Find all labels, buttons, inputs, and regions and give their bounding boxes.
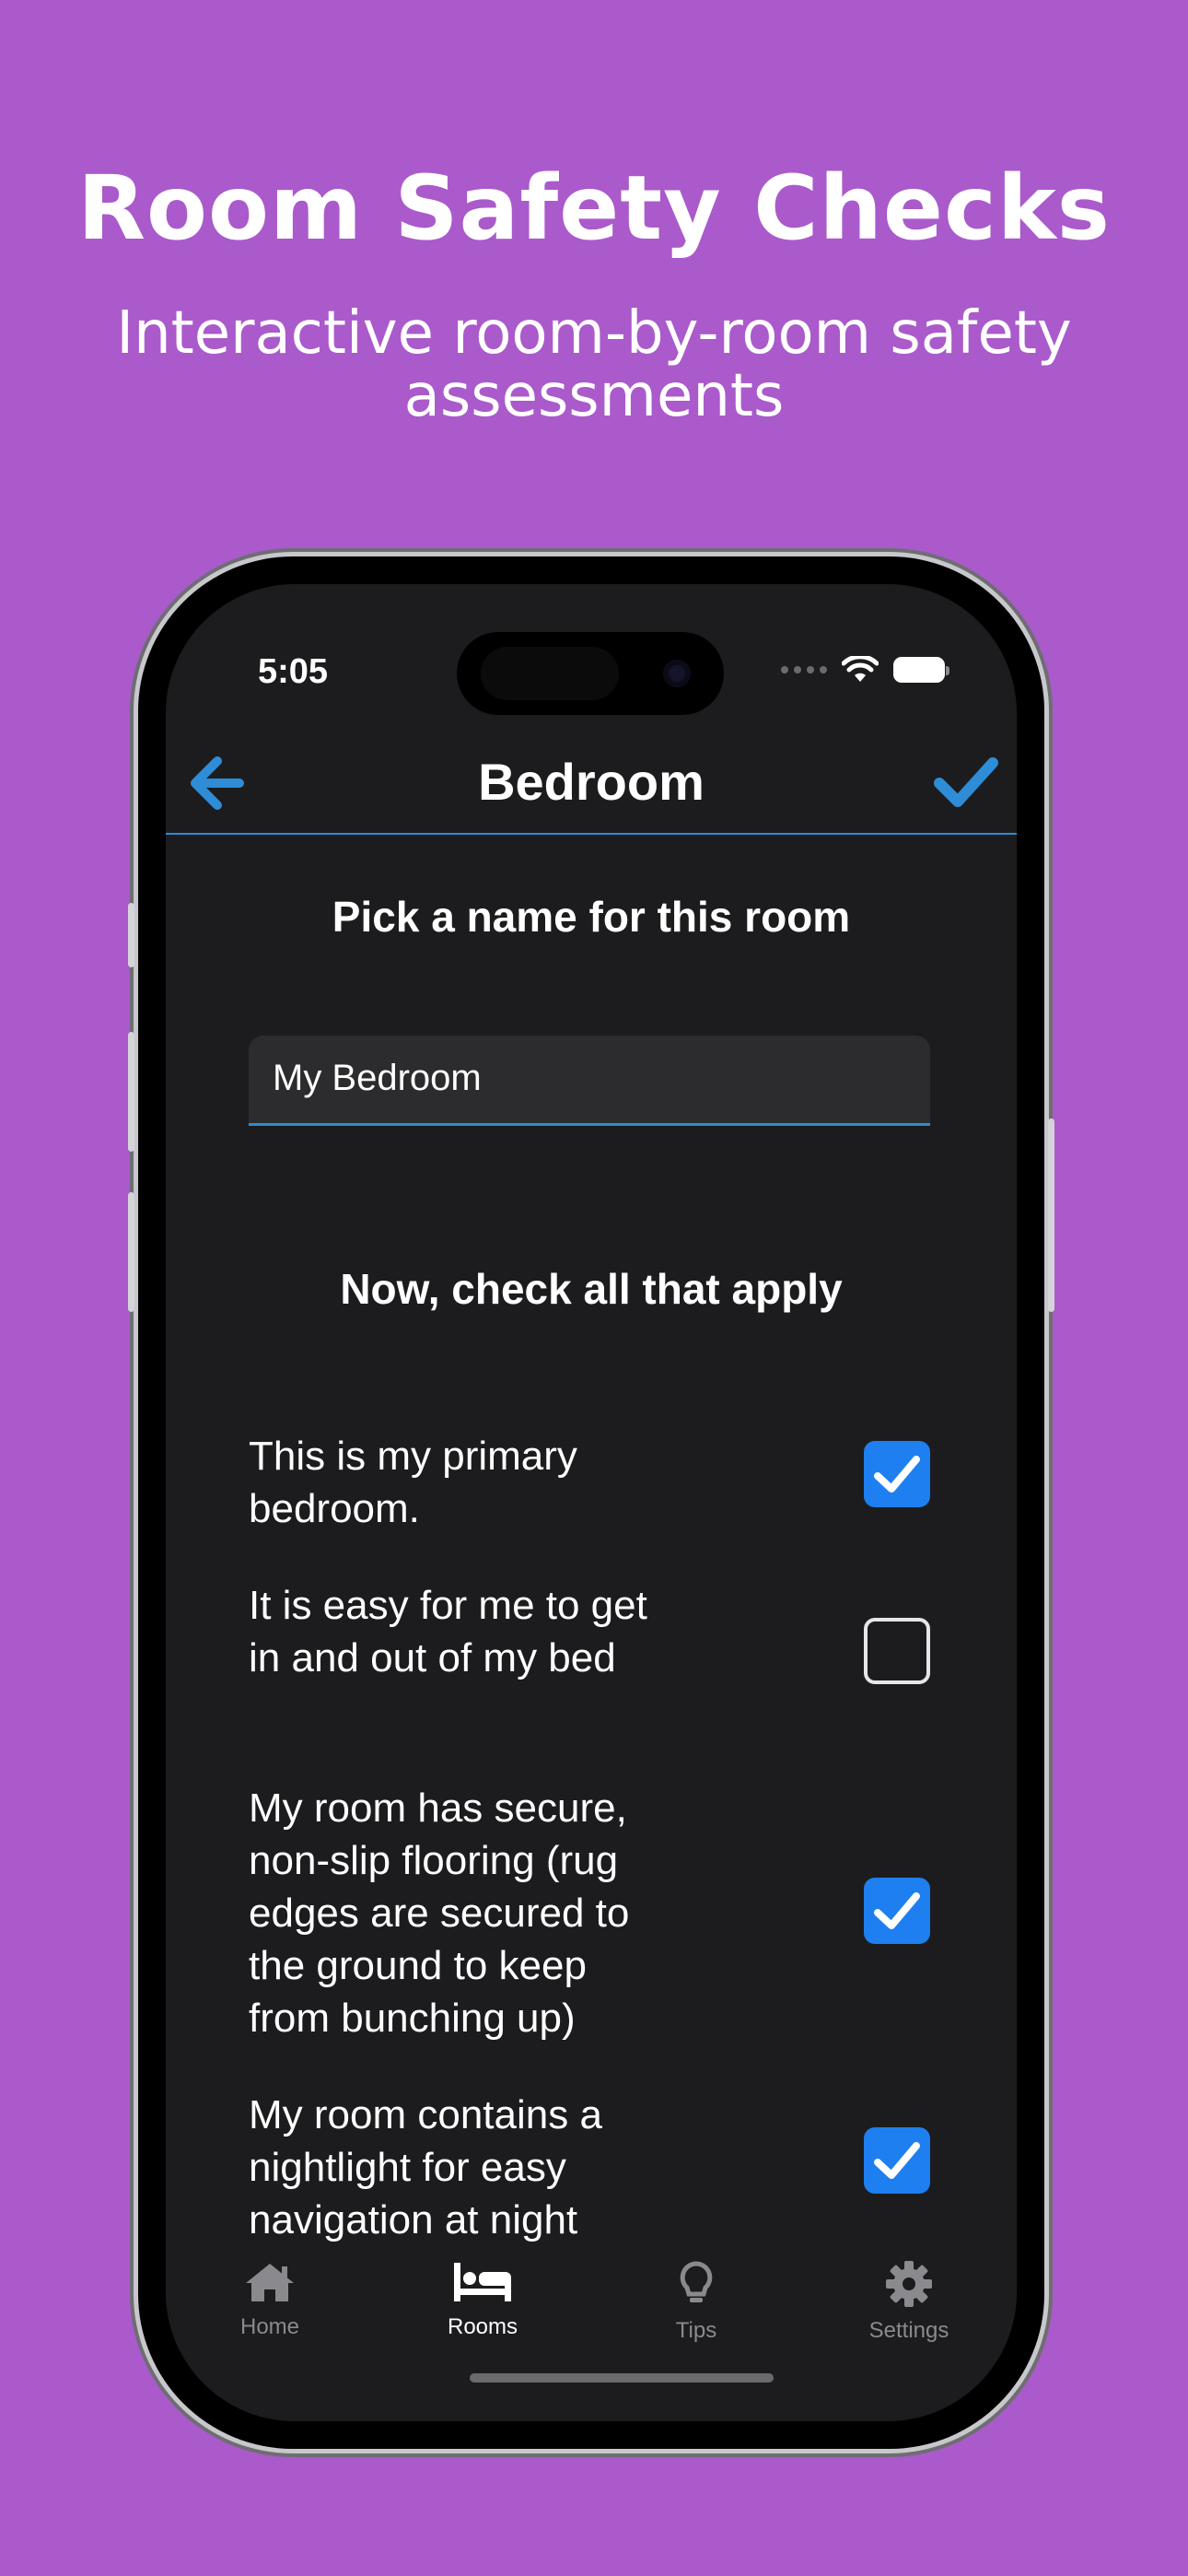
checkmark-icon — [874, 1456, 920, 1493]
checklist-item-non-slip-flooring[interactable]: My room has secure, non-slip flooring (r… — [249, 1782, 930, 2049]
room-name-input[interactable]: My Bedroom — [249, 1036, 930, 1126]
checklist-item-label: It is easy for me to get in and out of m… — [249, 1583, 647, 1680]
promo-headline: Room Safety Checks — [77, 157, 1111, 260]
battery-icon — [893, 657, 949, 683]
checklist-item-primary-bedroom[interactable]: This is my primary bedroom. — [249, 1430, 930, 1540]
navigation-bar: Bedroom — [166, 732, 1017, 835]
dynamic-island — [457, 632, 724, 715]
tab-label: Rooms — [447, 2314, 518, 2339]
app-screen: 5:05 Bedroom Pick a name for this room M… — [166, 584, 1017, 2421]
page-title: Bedroom — [478, 753, 705, 811]
status-icons — [781, 656, 949, 684]
tab-label: Settings — [868, 2318, 949, 2343]
checkmark-icon[interactable] — [934, 752, 998, 811]
checklist-item-nightlight[interactable]: My room contains a nightlight for easy n… — [249, 2089, 930, 2254]
checklist-item-bed-access[interactable]: It is easy for me to get in and out of m… — [249, 1579, 930, 1745]
house-icon — [246, 2264, 294, 2301]
tab-label: Tips — [675, 2318, 717, 2343]
bed-icon — [454, 2263, 511, 2301]
wifi-icon — [842, 656, 879, 682]
action-button — [128, 903, 134, 967]
phone-frame: 5:05 Bedroom Pick a name for this room M… — [128, 556, 1054, 2449]
checkbox-unchecked[interactable] — [864, 1618, 930, 1684]
tab-home[interactable]: Home — [196, 2261, 344, 2340]
lightbulb-icon — [680, 2261, 713, 2302]
checklist-item-label: My room contains a nightlight for easy n… — [249, 2092, 602, 2242]
room-name-prompt: Pick a name for this room — [332, 893, 851, 941]
volume-down-button — [128, 1192, 134, 1312]
power-button — [1048, 1118, 1054, 1312]
promo-subheadline: Interactive room-by-room safety assessme… — [116, 299, 1072, 430]
checkbox-checked[interactable] — [864, 1441, 930, 1507]
checkmark-icon — [874, 2142, 920, 2179]
tab-tips[interactable]: Tips — [623, 2261, 770, 2344]
checkbox-checked[interactable] — [864, 2127, 930, 2194]
volume-up-button — [128, 1032, 134, 1152]
tab-label: Home — [239, 2314, 300, 2339]
camera-icon — [663, 660, 691, 687]
checklist-item-label: This is my primary bedroom. — [249, 1434, 577, 1531]
checklist-item-label: My room has secure, non-slip flooring (r… — [249, 1786, 630, 2041]
status-time: 5:05 — [258, 652, 329, 691]
tab-rooms[interactable]: Rooms — [409, 2261, 556, 2340]
tab-bar: Home Rooms Tips Settings — [166, 2261, 1017, 2371]
checkmark-icon — [874, 1892, 920, 1929]
signal-dots-icon — [781, 666, 827, 673]
home-indicator — [470, 2373, 774, 2383]
checkbox-checked[interactable] — [864, 1878, 930, 1944]
tab-settings[interactable]: Settings — [835, 2261, 983, 2344]
checklist-prompt: Now, check all that apply — [340, 1265, 843, 1313]
gear-icon — [886, 2261, 932, 2307]
